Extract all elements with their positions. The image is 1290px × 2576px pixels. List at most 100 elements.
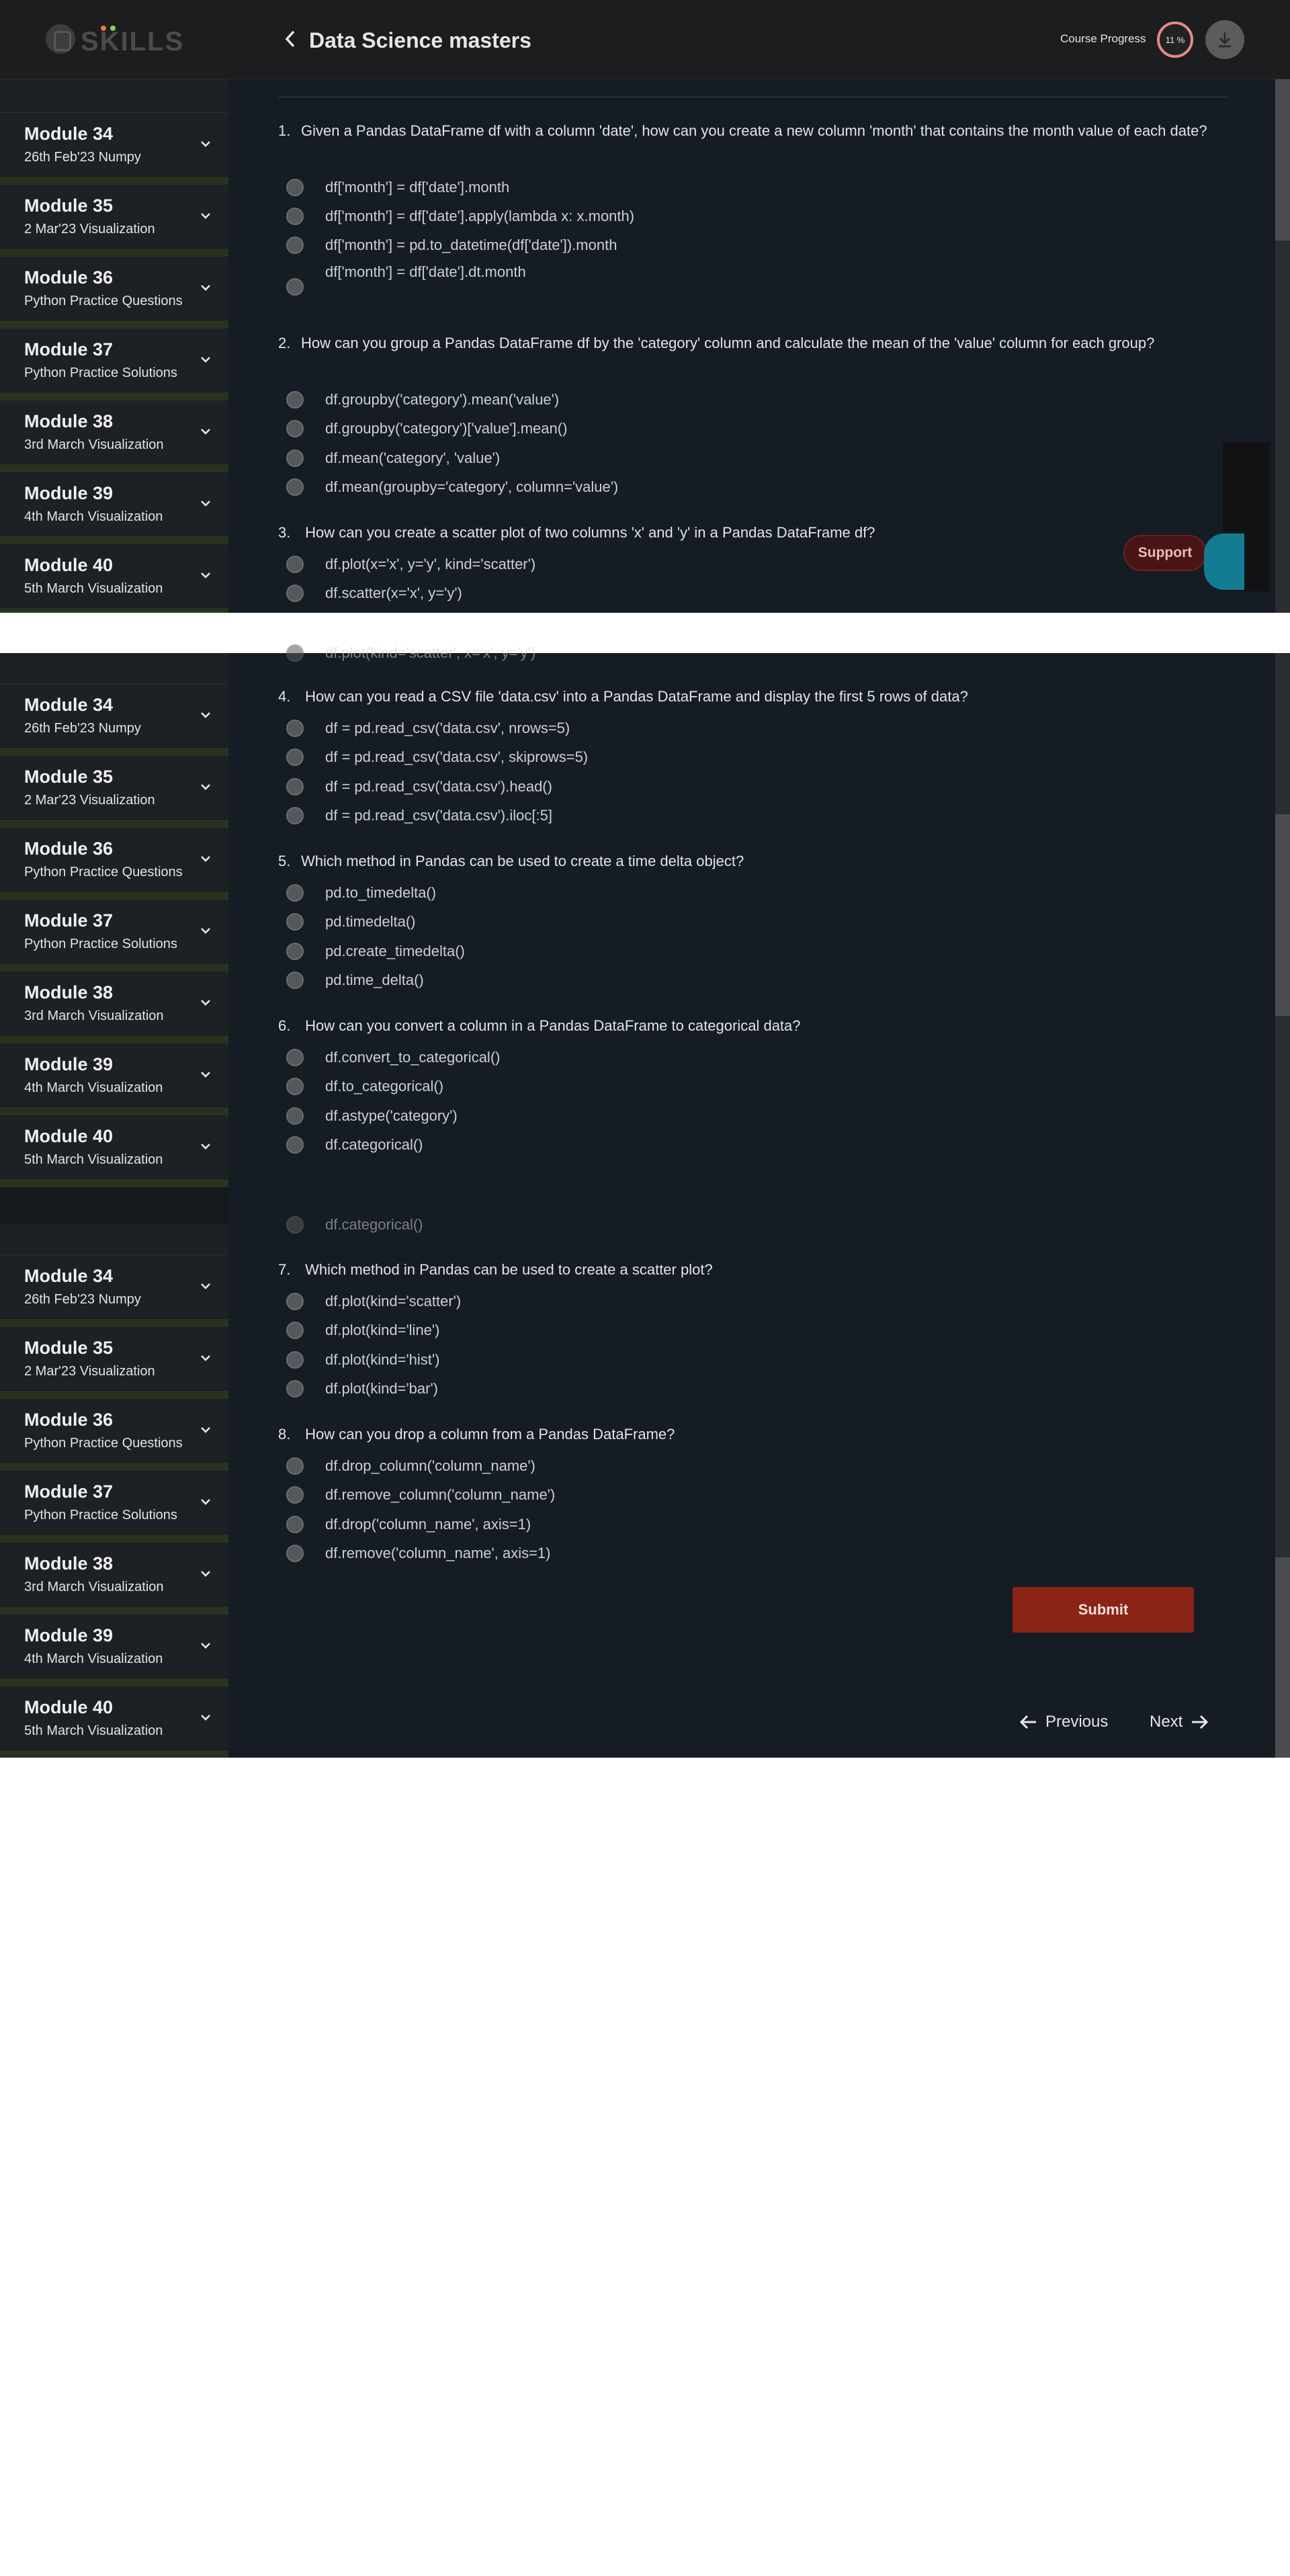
radio-button[interactable] — [286, 1545, 304, 1562]
chevron-down-icon[interactable] — [199, 1351, 212, 1365]
previous-button[interactable]: Previous — [1019, 1707, 1108, 1737]
chevron-down-icon[interactable] — [199, 924, 212, 937]
scrollbar[interactable] — [1275, 653, 1290, 1224]
chevron-down-icon[interactable] — [199, 425, 212, 438]
chevron-down-icon[interactable] — [199, 1639, 212, 1652]
q7-option-1[interactable]: df.plot(kind='scatter') — [286, 1290, 461, 1313]
radio-button[interactable] — [286, 1351, 304, 1369]
q2-option-1[interactable]: df.groupby('category').mean('value') — [286, 388, 559, 411]
sidebar-module-40[interactable]: Module 40 5th March Visualization — [0, 544, 228, 613]
q6-option-1[interactable]: df.convert_to_categorical() — [286, 1046, 500, 1069]
radio-button[interactable] — [286, 1322, 304, 1339]
radio-button[interactable] — [286, 778, 304, 796]
q4-option-1[interactable]: df = pd.read_csv('data.csv', nrows=5) — [286, 717, 570, 740]
radio-button[interactable] — [286, 807, 304, 824]
sidebar-module-35[interactable]: Module 35 2 Mar'23 Visualization — [0, 756, 228, 828]
q2-option-2[interactable]: df.groupby('category')['value'].mean() — [286, 417, 567, 440]
q5-option-1[interactable]: pd.to_timedelta() — [286, 882, 436, 904]
q5-option-3[interactable]: pd.create_timedelta() — [286, 940, 465, 963]
q1-option-2[interactable]: df['month'] = df['date'].apply(lambda x:… — [286, 205, 634, 228]
sidebar-module-40[interactable]: Module 40 5th March Visualization — [0, 1686, 228, 1758]
sidebar-module-40[interactable]: Module 40 5th March Visualization — [0, 1115, 228, 1187]
radio-button[interactable] — [286, 1516, 304, 1533]
radio-button[interactable] — [286, 884, 304, 902]
q6-option-2[interactable]: df.to_categorical() — [286, 1075, 443, 1098]
chat-bubble-icon[interactable] — [1204, 533, 1244, 590]
sidebar-module-35[interactable]: Module 35 2 Mar'23 Visualization — [0, 1327, 228, 1399]
radio-button[interactable] — [286, 585, 304, 602]
chevron-down-icon[interactable] — [199, 353, 212, 366]
q2-option-4[interactable]: df.mean(groupby='category', column='valu… — [286, 476, 618, 499]
radio-button[interactable] — [286, 391, 304, 409]
radio-button[interactable] — [286, 179, 304, 196]
q2-option-3[interactable]: df.mean('category', 'value') — [286, 447, 500, 470]
chevron-down-icon[interactable] — [199, 708, 212, 722]
sidebar-module-36[interactable]: Module 36 Python Practice Questions — [0, 257, 228, 329]
q8-option-2[interactable]: df.remove_column('column_name') — [286, 1484, 555, 1506]
q3-option-2[interactable]: df.scatter(x='x', y='y') — [286, 582, 462, 605]
q6-option-3[interactable]: df.astype('category') — [286, 1105, 458, 1127]
back-button[interactable] — [277, 26, 304, 52]
sidebar-module-34[interactable]: Module 34 26th Feb'23 Numpy — [0, 1255, 228, 1327]
q7-option-4[interactable]: df.plot(kind='bar') — [286, 1377, 438, 1400]
radio-button[interactable] — [286, 1293, 304, 1310]
q1-option-4[interactable]: df['month'] = df['date'].dt.month — [286, 263, 526, 304]
scrollbar[interactable] — [1275, 79, 1290, 613]
sidebar-module-37[interactable]: Module 37 Python Practice Solutions — [0, 1471, 228, 1543]
sidebar-module-39[interactable]: Module 39 4th March Visualization — [0, 472, 228, 544]
scrollbar-thumb[interactable] — [1275, 814, 1290, 1016]
submit-button[interactable]: Submit — [1013, 1587, 1194, 1633]
sidebar-module-35[interactable]: Module 35 2 Mar'23 Visualization — [0, 185, 228, 257]
sidebar-module-36[interactable]: Module 36 Python Practice Questions — [0, 828, 228, 900]
q4-option-3[interactable]: df = pd.read_csv('data.csv').head() — [286, 775, 552, 798]
q1-option-1[interactable]: df['month'] = df['date'].month — [286, 176, 509, 199]
radio-button[interactable] — [286, 1457, 304, 1475]
chevron-down-icon[interactable] — [199, 568, 212, 582]
radio-button[interactable] — [286, 1486, 304, 1504]
q7-option-3[interactable]: df.plot(kind='hist') — [286, 1348, 439, 1371]
radio-button[interactable] — [286, 720, 304, 737]
sidebar-module-39[interactable]: Module 39 4th March Visualization — [0, 1043, 228, 1115]
q6-option-4[interactable]: df.categorical() — [286, 1133, 423, 1156]
radio-button[interactable] — [286, 420, 304, 437]
q1-option-3[interactable]: df['month'] = pd.to_datetime(df['date'])… — [286, 234, 617, 257]
radio-button[interactable] — [286, 1107, 304, 1125]
chevron-down-icon[interactable] — [199, 852, 212, 865]
chevron-down-icon[interactable] — [199, 996, 212, 1009]
next-button[interactable]: Next — [1150, 1707, 1209, 1737]
chevron-down-icon[interactable] — [199, 780, 212, 793]
q6-option-4-repeat[interactable]: df.categorical() — [286, 1213, 423, 1236]
chevron-down-icon[interactable] — [199, 1495, 212, 1508]
chevron-down-icon[interactable] — [199, 1068, 212, 1081]
radio-button[interactable] — [286, 237, 304, 254]
q8-option-3[interactable]: df.drop('column_name', axis=1) — [286, 1513, 531, 1536]
q7-option-2[interactable]: df.plot(kind='line') — [286, 1319, 439, 1342]
chevron-down-icon[interactable] — [199, 1567, 212, 1580]
sidebar-module-37[interactable]: Module 37 Python Practice Solutions — [0, 329, 228, 400]
radio-button[interactable] — [286, 278, 304, 296]
scrollbar[interactable] — [1275, 1224, 1290, 1758]
q3-option-1[interactable]: df.plot(x='x', y='y', kind='scatter') — [286, 553, 535, 576]
radio-button[interactable] — [286, 1136, 304, 1154]
radio-button[interactable] — [286, 748, 304, 766]
sidebar-module-34[interactable]: Module 34 26th Feb'23 Numpy — [0, 684, 228, 756]
q8-option-4[interactable]: df.remove('column_name', axis=1) — [286, 1542, 551, 1565]
chevron-down-icon[interactable] — [199, 281, 212, 294]
radio-button[interactable] — [286, 1078, 304, 1095]
radio-button[interactable] — [286, 478, 304, 496]
radio-button[interactable] — [286, 943, 304, 960]
support-button[interactable]: Support — [1123, 535, 1207, 571]
radio-button[interactable] — [286, 449, 304, 467]
sidebar-module-38[interactable]: Module 38 3rd March Visualization — [0, 400, 228, 472]
radio-button[interactable] — [286, 913, 304, 931]
sidebar-module-38[interactable]: Module 38 3rd March Visualization — [0, 1543, 228, 1615]
sidebar-module-37[interactable]: Module 37 Python Practice Solutions — [0, 900, 228, 972]
sidebar-module-34[interactable]: Module 34 26th Feb'23 Numpy — [0, 113, 228, 185]
scrollbar-thumb[interactable] — [1275, 79, 1290, 241]
q8-option-1[interactable]: df.drop_column('column_name') — [286, 1455, 535, 1477]
sidebar-module-38[interactable]: Module 38 3rd March Visualization — [0, 972, 228, 1043]
download-button[interactable] — [1205, 20, 1244, 59]
q3-option-3[interactable]: df.plot(kind='scatter', x='x', y='y') — [286, 642, 535, 664]
radio-button[interactable] — [286, 556, 304, 573]
radio-button[interactable] — [286, 1049, 304, 1066]
